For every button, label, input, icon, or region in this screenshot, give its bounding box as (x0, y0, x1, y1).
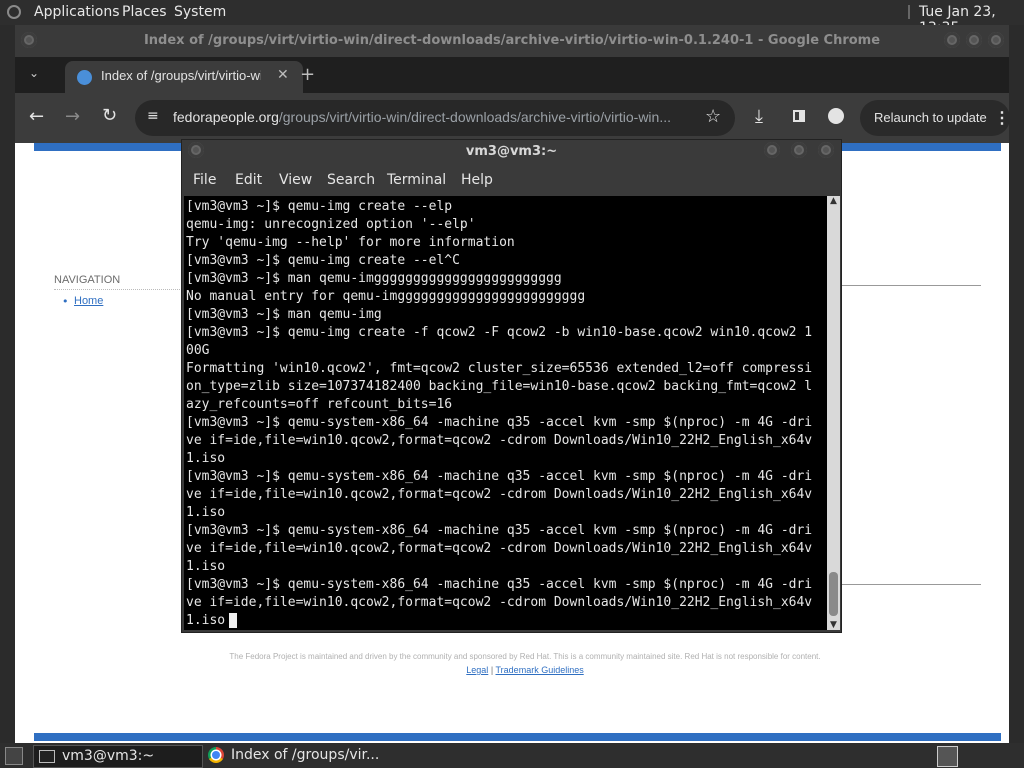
menu-view[interactable]: View (279, 172, 312, 188)
terminal-icon (39, 750, 55, 763)
arrow-left-icon[interactable]: ← (29, 106, 44, 127)
scroll-thumb[interactable] (829, 572, 838, 616)
places-menu[interactable]: Places (122, 4, 167, 20)
legal-link[interactable]: Legal (466, 665, 488, 675)
nav-bullet: • (62, 295, 69, 308)
menu-file[interactable]: File (193, 172, 216, 188)
terminal-output-area[interactable]: [vm3@vm3 ~]$ qemu-img create --elp qemu-… (184, 196, 827, 630)
terminal-scrollbar[interactable]: ▲ ▼ (827, 196, 840, 630)
terminal-close-icon[interactable] (818, 142, 834, 158)
terminal-maximize-icon[interactable] (791, 142, 807, 158)
tab-strip: ⌄ Index of /groups/virt/virtio-win ✕ + (15, 57, 1009, 93)
show-desktop-icon[interactable] (5, 747, 23, 765)
reload-icon[interactable]: ↻ (102, 105, 117, 126)
taskbar-terminal-button[interactable]: vm3@vm3:~ (33, 745, 203, 768)
fedora-favicon-icon (77, 70, 92, 85)
relaunch-label: Relaunch to update (874, 110, 987, 125)
url-path: /groups/virt/virtio-win/direct-downloads… (278, 109, 671, 125)
nav-home-link[interactable]: Home (74, 295, 103, 307)
terminal-output: [vm3@vm3 ~]$ qemu-img create --elp qemu-… (184, 196, 827, 630)
menu-terminal[interactable]: Terminal (387, 172, 446, 188)
maximize-icon[interactable] (966, 32, 982, 48)
chrome-icon (208, 747, 224, 763)
terminal-minimize-icon[interactable] (764, 142, 780, 158)
menu-edit[interactable]: Edit (235, 172, 262, 188)
system-menu[interactable]: System (174, 4, 226, 20)
workspace-switcher-icon[interactable] (937, 746, 958, 767)
arrow-right-icon[interactable]: → (65, 106, 80, 127)
top-panel: Applications Places System Tue Jan 23, 1… (0, 0, 1024, 36)
terminal-window[interactable]: vm3@vm3:~ File Edit View Search Terminal… (182, 140, 841, 632)
applications-menu[interactable]: Applications (34, 4, 120, 20)
star-icon[interactable]: ☆ (705, 106, 721, 127)
content-divider (840, 285, 981, 286)
scroll-down-arrow-icon[interactable]: ▼ (827, 620, 840, 630)
url-host: fedorapeople.org (173, 109, 279, 125)
trademark-link[interactable]: Trademark Guidelines (496, 665, 584, 675)
new-tab-icon[interactable]: + (300, 64, 315, 85)
chrome-titlebar: Index of /groups/virt/virtio-win/direct-… (15, 25, 1009, 57)
scroll-up-arrow-icon[interactable]: ▲ (827, 196, 840, 206)
footer-separator: | (490, 665, 494, 675)
url-text[interactable]: fedorapeople.org/groups/virt/virtio-win/… (173, 109, 693, 125)
gnome-foot-icon[interactable] (7, 5, 21, 19)
footer-bar (34, 733, 1001, 741)
tab-search-icon[interactable]: ⌄ (29, 66, 39, 80)
terminal-output-text: [vm3@vm3 ~]$ qemu-img create --elp qemu-… (186, 199, 813, 628)
more-vert-icon[interactable]: ⋮ (994, 108, 1010, 128)
footer-links: Legal | Trademark Guidelines (165, 665, 885, 675)
navigation-heading: NAVIGATION (54, 274, 121, 286)
content-divider (840, 584, 981, 585)
profile-icon[interactable] (828, 108, 844, 124)
browser-toolbar: ← → ↻ ≡ fedorapeople.org/groups/virt/vir… (15, 93, 1010, 143)
terminal-menubar: File Edit View Search Terminal Help (182, 168, 841, 195)
relaunch-button[interactable]: Relaunch to update ⋮ (860, 100, 1010, 136)
terminal-cursor (229, 613, 238, 628)
address-bar[interactable]: ≡ fedorapeople.org/groups/virt/virtio-wi… (135, 100, 735, 136)
tab-close-icon[interactable]: ✕ (277, 67, 289, 83)
tab-title: Index of /groups/virt/virtio-win (101, 68, 261, 83)
footer-text: The Fedora Project is maintained and dri… (229, 652, 821, 661)
panel-separator (908, 5, 910, 19)
taskbar: vm3@vm3:~ Index of /groups/vir... (0, 743, 1024, 768)
tab-active[interactable]: Index of /groups/virt/virtio-win ✕ (65, 61, 303, 93)
side-panel-icon[interactable] (793, 110, 805, 122)
tune-icon[interactable]: ≡ (147, 108, 159, 124)
taskbar-chrome-button[interactable]: Index of /groups/vir... (203, 745, 433, 766)
terminal-title: vm3@vm3:~ (465, 144, 558, 159)
window-title: Index of /groups/virt/virtio-win/direct-… (143, 33, 881, 48)
menu-help[interactable]: Help (461, 172, 493, 188)
taskbar-terminal-label: vm3@vm3:~ (62, 748, 155, 764)
download-icon[interactable]: ⤓ (755, 106, 763, 127)
menu-search[interactable]: Search (327, 172, 375, 188)
close-icon[interactable] (988, 32, 1004, 48)
taskbar-chrome-label: Index of /groups/vir... (231, 747, 380, 763)
minimize-icon[interactable] (944, 32, 960, 48)
